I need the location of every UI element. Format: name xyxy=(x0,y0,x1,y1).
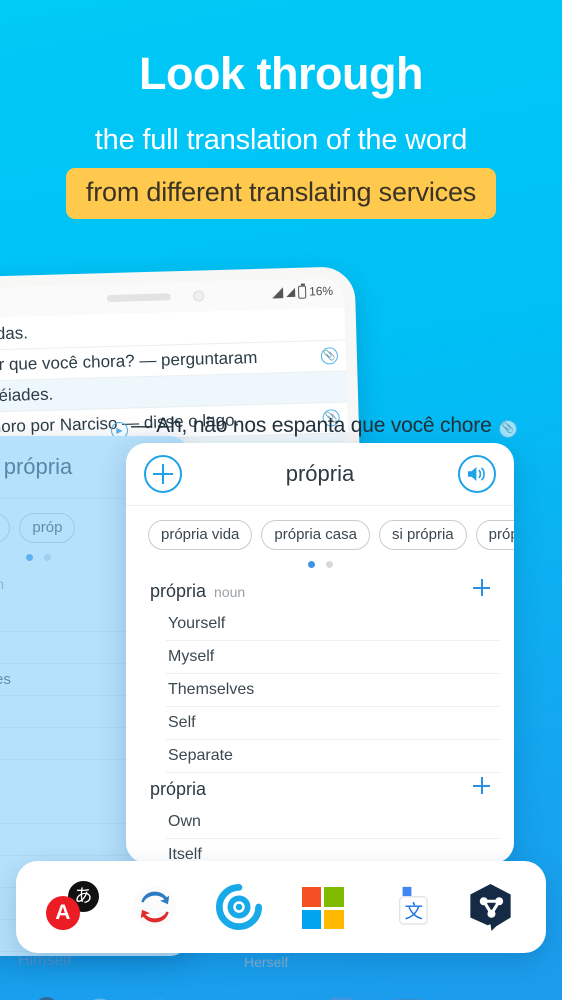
promo-band-wrap: from different translating services xyxy=(0,168,562,219)
battery-icon xyxy=(297,285,307,299)
reverso-icon[interactable] xyxy=(142,996,182,1000)
reverso-spiral-icon xyxy=(216,884,263,930)
translation-group-header: própria noun xyxy=(126,575,514,608)
google-translate-glyph: G 文 xyxy=(329,997,353,1000)
promo-screenshot: Look through the full translation of the… xyxy=(0,0,562,1000)
signal-bars-icon xyxy=(271,286,284,298)
translation-row[interactable]: Separate xyxy=(166,740,500,773)
translation-row[interactable]: Themselves xyxy=(166,674,500,707)
translation-row[interactable]: Itself xyxy=(166,839,500,863)
glosbe-hexagon-icon xyxy=(470,883,511,931)
ms-square-red xyxy=(301,887,322,907)
speaker-icon xyxy=(468,467,485,481)
translation-group-header: própria xyxy=(126,773,514,806)
phrase-chip[interactable]: próp xyxy=(19,513,76,543)
phrase-chips-row: própria vida própria casa si própria pró… xyxy=(126,506,514,550)
add-group-button[interactable] xyxy=(473,777,490,794)
microsoft-icon[interactable] xyxy=(266,996,306,1000)
pager-dot[interactable] xyxy=(43,554,51,561)
google-translate-icon[interactable]: G 文 xyxy=(328,996,368,1000)
add-word-button[interactable] xyxy=(144,455,182,493)
service-glosbe[interactable] xyxy=(463,880,517,934)
microsoft-squares-icon xyxy=(301,887,344,929)
phrase-chip[interactable]: si própria xyxy=(378,520,467,550)
blue-circle-icon[interactable] xyxy=(204,996,244,1000)
translation-row[interactable]: Own xyxy=(166,806,500,839)
group-word: própria xyxy=(150,581,207,601)
google-translate-icon: G 文 xyxy=(387,886,429,925)
card-header: própria xyxy=(126,443,514,506)
translate-disabled-glyph: 文 xyxy=(394,999,423,1000)
status-indicators: 16% xyxy=(271,283,334,300)
promo-headline: Look through xyxy=(139,48,423,99)
ms-square-yellow xyxy=(324,909,344,929)
translation-list: própria noun Yourself Myself Themselves … xyxy=(126,573,514,863)
translate-off-icon[interactable]: 文 xyxy=(390,996,430,1000)
translation-services-bar: あ A G 文 xyxy=(16,861,546,953)
pager-dot[interactable] xyxy=(325,561,333,568)
front-camera xyxy=(193,290,205,302)
phrase-chip[interactable]: própria c xyxy=(475,520,514,550)
group-part-of-speech: noun xyxy=(214,584,246,600)
add-group-button[interactable] xyxy=(473,579,490,596)
refresh-swirl-icon xyxy=(92,998,108,1000)
weblio-a-icon: A xyxy=(45,896,80,930)
paperclip-icon[interactable]: 📎 xyxy=(320,347,339,365)
strip-icon-row: A あ xyxy=(18,996,492,1000)
service-google-translate[interactable]: G 文 xyxy=(379,880,433,934)
reverso-spiral-icon xyxy=(154,998,165,1000)
phone-line-text: salgadas. xyxy=(0,323,29,345)
phrase-chip[interactable]: própria vida xyxy=(0,513,11,543)
pager-dots xyxy=(126,550,514,573)
service-refresh[interactable] xyxy=(128,880,182,934)
card-title: própria xyxy=(285,461,355,486)
phone-line-text: as Oréiades. xyxy=(0,384,54,407)
svg-text:文: 文 xyxy=(405,901,424,922)
background-services-strip: Himself Herself A あ xyxy=(0,956,562,1000)
ms-square-green xyxy=(324,887,344,907)
phrase-chip[interactable]: própria vida xyxy=(148,520,253,550)
nlp-icon[interactable]: NLP xyxy=(452,996,492,1000)
signal-bars-2-icon xyxy=(285,287,296,297)
promo-subline: the full translation of the word xyxy=(94,124,468,156)
ms-square-blue xyxy=(301,909,322,929)
service-microsoft[interactable] xyxy=(296,880,350,934)
group-part-of-speech: noun xyxy=(0,576,5,592)
phrase-chip[interactable]: própria casa xyxy=(261,520,370,550)
translation-row[interactable]: Self xyxy=(166,707,500,740)
ghost-translation-word-2: Herself xyxy=(244,956,289,970)
phone-line-text: — Por que você chora? — perguntaram xyxy=(0,347,258,375)
translation-row[interactable]: Myself xyxy=(166,641,500,674)
weblio-icon[interactable]: A あ xyxy=(18,996,58,1000)
translation-card: própria própria vida própria casa si pró… xyxy=(126,443,514,863)
ghost-translation-word: Himself xyxy=(18,956,72,969)
refresh-icon[interactable] xyxy=(80,996,120,1000)
service-weblio[interactable]: あ A xyxy=(45,880,99,934)
paperclip-icon[interactable]: 📎 xyxy=(499,420,517,438)
promo-band: from different translating services xyxy=(65,168,497,219)
card-title: própria xyxy=(3,454,73,479)
battery-percent: 16% xyxy=(308,283,334,299)
service-reverso[interactable] xyxy=(212,880,266,934)
floating-sentence: — Ah, não nos espanta que você chore xyxy=(131,414,492,437)
earpiece-speaker xyxy=(106,293,171,303)
plus-icon xyxy=(153,464,173,484)
refresh-swirl-icon xyxy=(134,886,177,928)
group-word: própria xyxy=(150,779,207,799)
pager-dot-active[interactable] xyxy=(307,561,315,568)
pager-dot-active[interactable] xyxy=(25,554,33,561)
pronounce-button[interactable] xyxy=(458,455,496,493)
translation-row[interactable]: Yourself xyxy=(166,608,500,641)
